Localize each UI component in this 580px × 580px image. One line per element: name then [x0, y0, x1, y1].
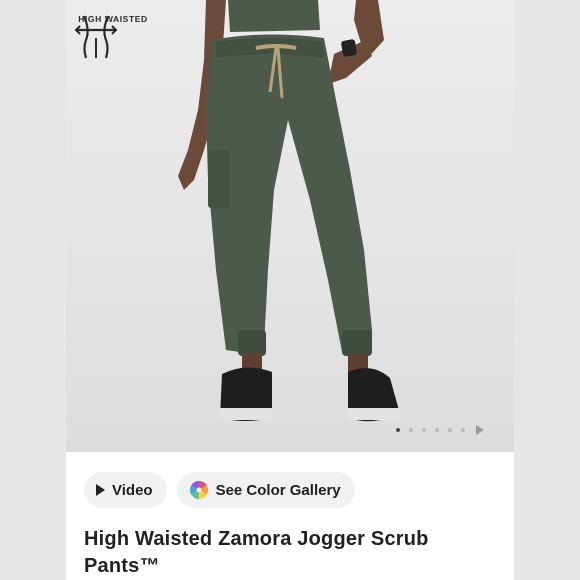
video-button-label: Video: [112, 481, 153, 499]
product-card: HIGH WAISTED Video See Color Gallery Hig…: [66, 0, 514, 580]
carousel-dot[interactable]: [461, 428, 465, 432]
video-button[interactable]: Video: [84, 472, 167, 508]
carousel-dot[interactable]: [448, 428, 452, 432]
carousel-dot[interactable]: [435, 428, 439, 432]
high-waisted-badge: HIGH WAISTED: [70, 10, 156, 59]
carousel-dot[interactable]: [396, 428, 400, 432]
product-title: High Waisted Zamora Jogger Scrub Pants™: [84, 528, 429, 577]
product-image[interactable]: HIGH WAISTED: [66, 0, 514, 452]
high-waisted-icon: [74, 15, 118, 59]
color-gallery-label: See Color Gallery: [215, 481, 341, 499]
color-gallery-button[interactable]: See Color Gallery: [176, 472, 355, 508]
play-icon: [96, 484, 105, 496]
model-illustration: [178, 0, 400, 422]
carousel-next-icon[interactable]: [476, 425, 484, 435]
carousel-dots[interactable]: [396, 424, 484, 436]
carousel-dot[interactable]: [409, 428, 413, 432]
media-controls: Video See Color Gallery: [84, 472, 355, 508]
carousel-dot[interactable]: [422, 428, 426, 432]
color-wheel-icon: [189, 481, 208, 499]
